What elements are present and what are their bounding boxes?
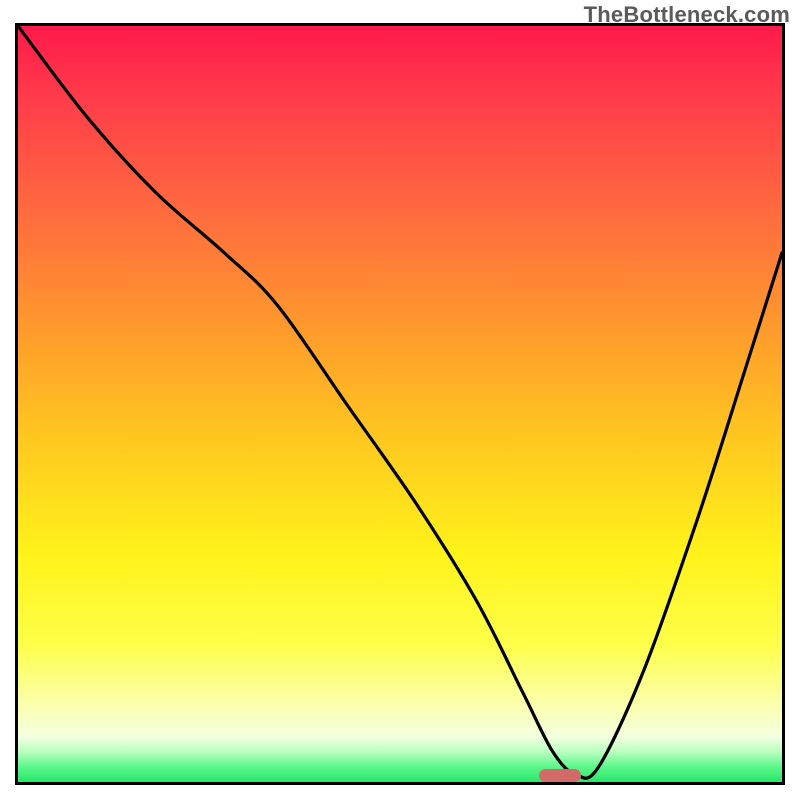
bottleneck-curve [18,26,782,778]
chart-container: TheBottleneck.com [0,0,800,800]
optimal-marker [539,769,581,782]
curve-svg [18,26,782,782]
watermark-text: TheBottleneck.com [584,2,790,28]
plot-area [15,23,785,785]
